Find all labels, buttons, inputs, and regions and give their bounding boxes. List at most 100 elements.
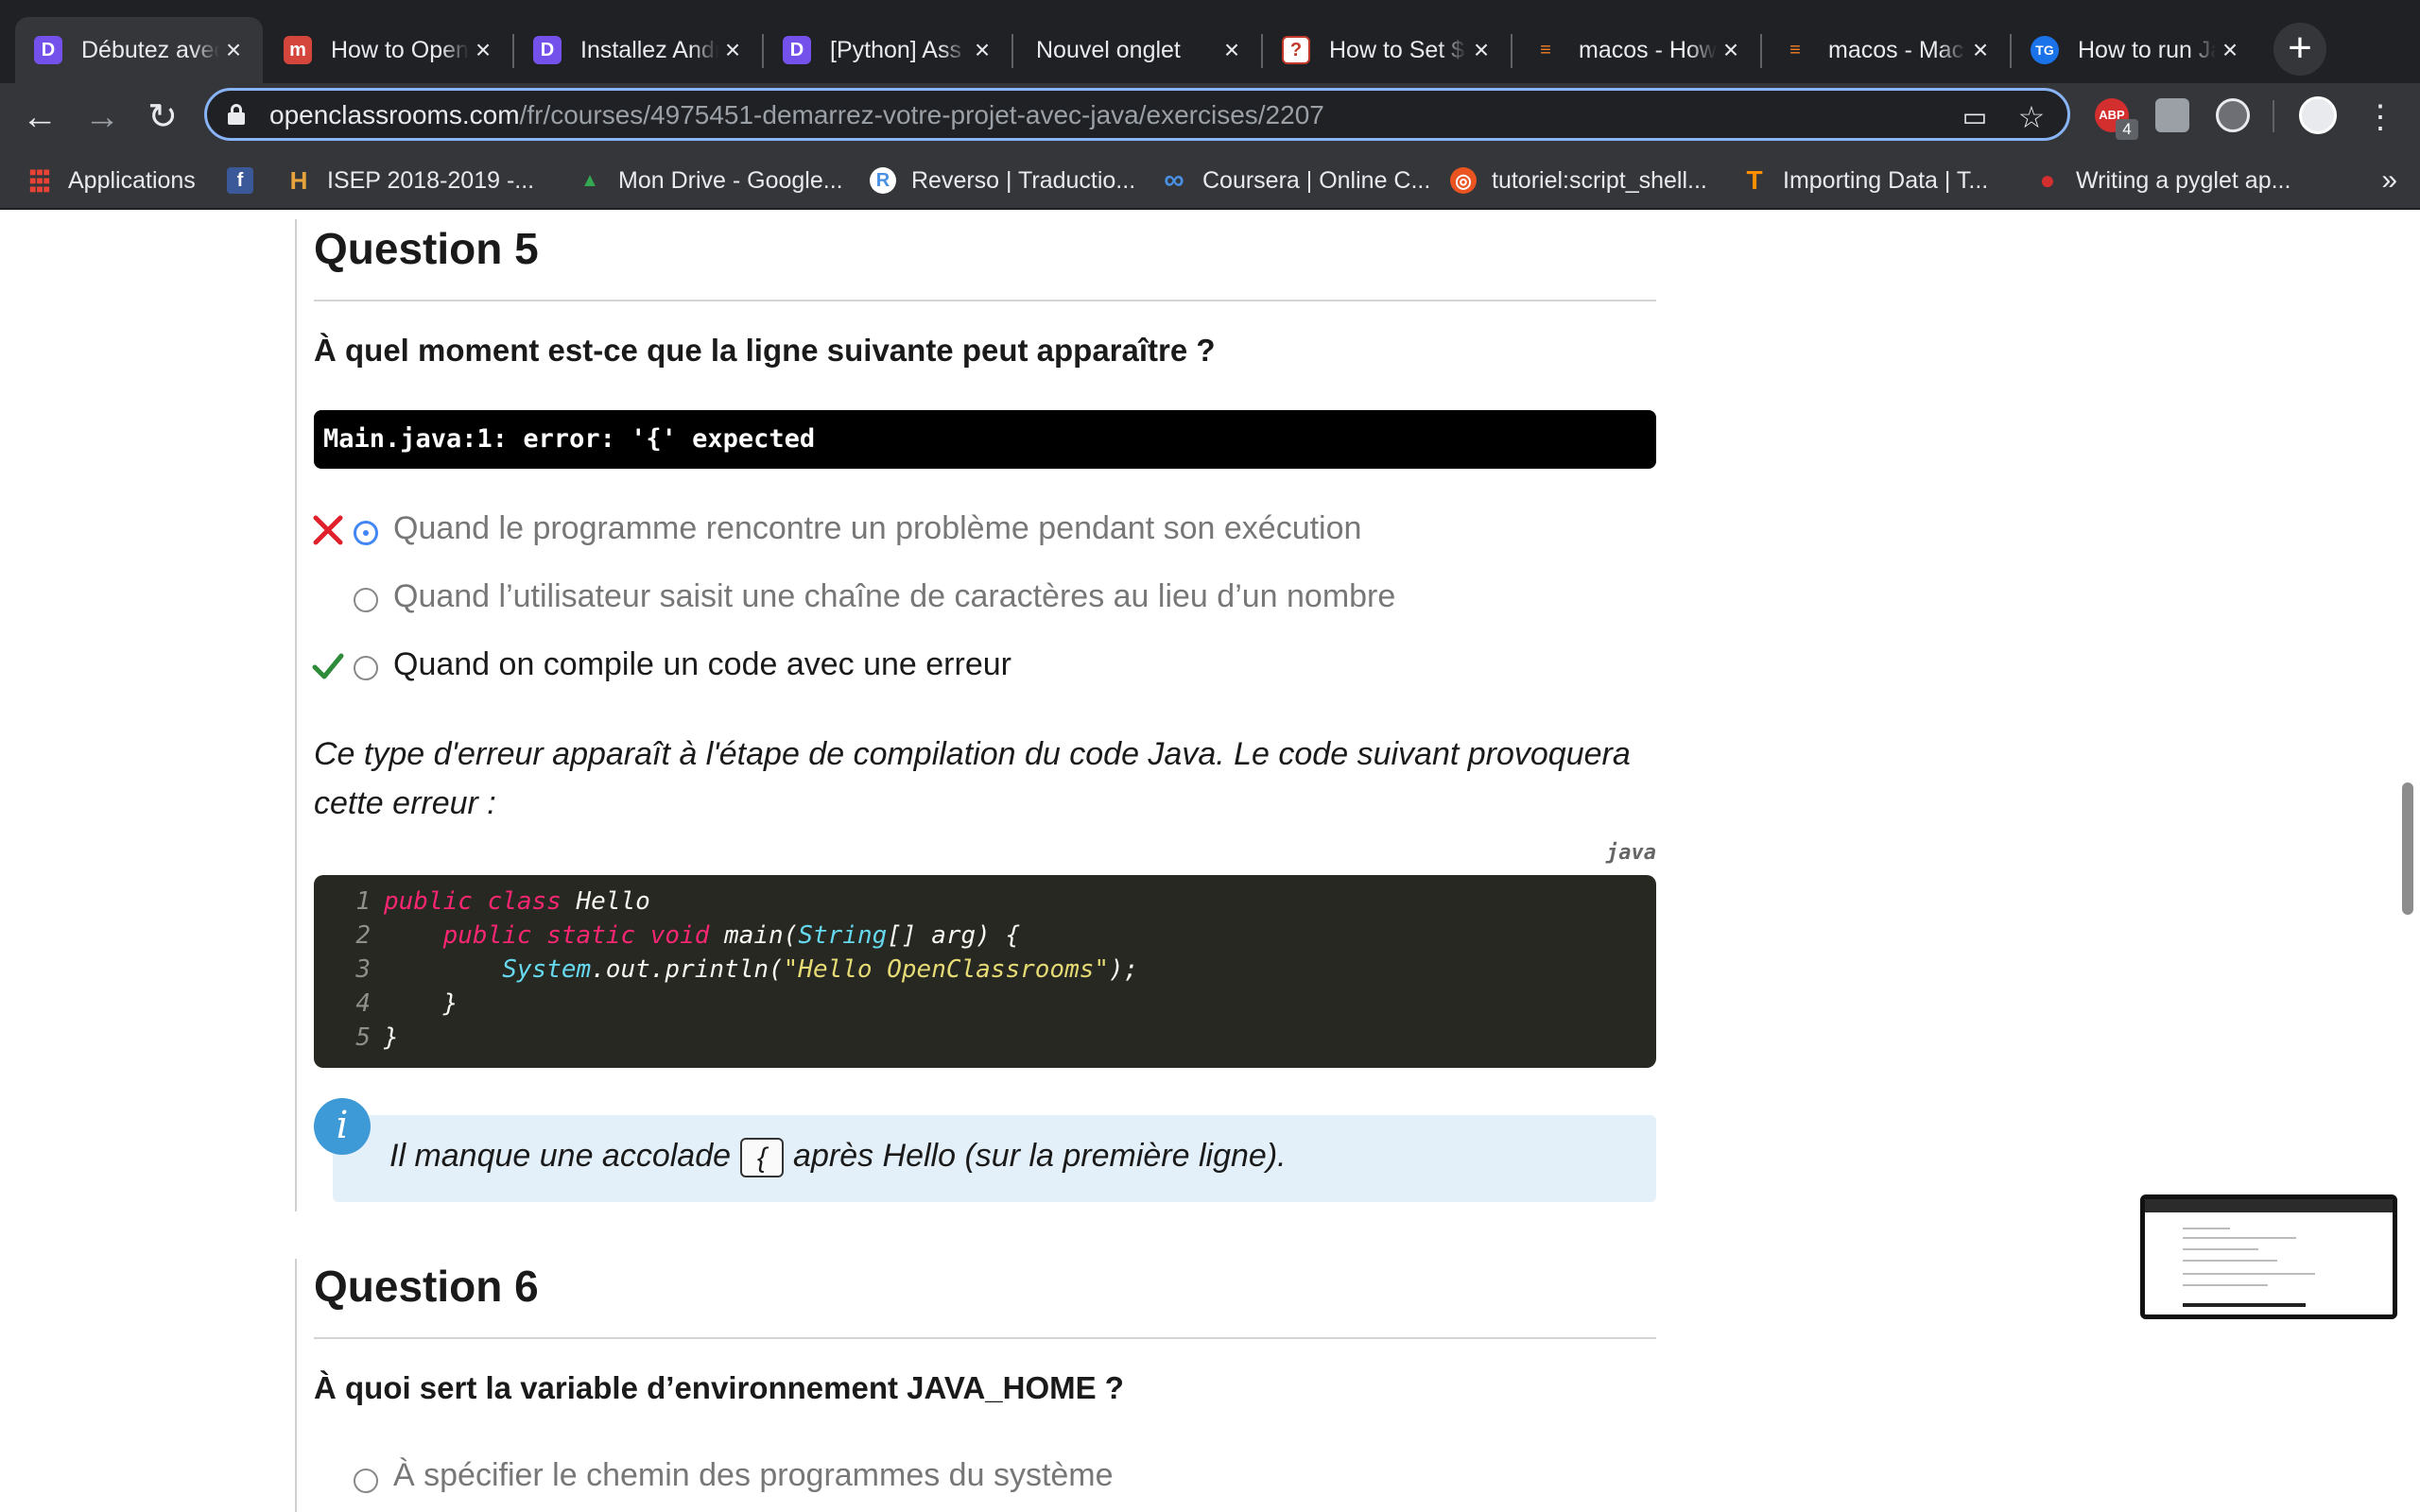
code-line: 2 public static void main(String[] arg) … <box>355 921 1021 950</box>
apps-grid-icon: ■■■ ■■■ ■■■ <box>29 164 50 196</box>
facebook-icon: f <box>227 167 253 194</box>
question6-answer-1[interactable]: À spécifier le chemin des programmes du … <box>393 1457 1114 1494</box>
glasses-extension-icon[interactable] <box>2216 98 2250 132</box>
tab-title: macos - Mac <box>1828 36 1964 63</box>
browser-toolbar: ← → ↻ openclassrooms.com/fr/courses/4975… <box>0 83 2420 151</box>
reload-icon[interactable]: ↻ <box>138 93 187 142</box>
code-block: 1 public class Hello 2 public static void… <box>314 875 1656 1068</box>
tab-2[interactable]: D Installez Android × <box>514 17 762 83</box>
question5-title: Question 5 <box>314 224 539 273</box>
tensorflow-icon: T <box>1746 165 1763 195</box>
info-text: Il manque une accolade{après Hello (sur … <box>389 1138 1287 1178</box>
tab-strip: D Débutez avec Java × m How to Open × D … <box>0 0 2420 83</box>
tab-6[interactable]: ≡ macos - How × <box>1512 17 1760 83</box>
bookmark-applications[interactable]: ■■■ ■■■ ■■■ Applications <box>26 163 196 198</box>
close-icon[interactable]: × <box>219 35 248 65</box>
code-line: 5} <box>355 1023 399 1052</box>
close-icon[interactable]: × <box>469 35 497 65</box>
extension-badge: 4 <box>2116 119 2138 140</box>
address-bar[interactable]: openclassrooms.com/fr/courses/4975451-de… <box>204 88 2070 141</box>
bookmark-label: tutoriel:script_shell... <box>1492 166 1707 194</box>
bookmark-tensorflow[interactable]: T Importing Data | T... <box>1741 163 1988 198</box>
reverso-icon: R <box>870 167 896 194</box>
bookmarks-bar: ■■■ ■■■ ■■■ Applications f H ISEP 2018-201… <box>0 151 2420 210</box>
error-message-block: Main.java:1: error: '{' expected <box>314 410 1656 469</box>
tab-title: Débutez avec Java <box>81 36 219 63</box>
stackoverflow-icon: ≡ <box>1789 39 1801 60</box>
cast-icon[interactable]: ▭ <box>1958 100 1992 134</box>
isep-icon: H <box>289 165 308 195</box>
answer-2[interactable]: Quand l’utilisateur saisit une chaîne de… <box>393 578 1395 615</box>
url-text[interactable]: openclassrooms.com/fr/courses/4975451-de… <box>269 100 1324 130</box>
back-icon[interactable]: ← <box>15 93 64 142</box>
question6-prompt: À quoi sert la variable d’environnement … <box>314 1370 1124 1405</box>
close-icon[interactable]: × <box>1717 35 1745 65</box>
brace-key: { <box>740 1138 785 1178</box>
close-icon[interactable]: × <box>2216 35 2244 65</box>
info-icon: i <box>314 1098 371 1155</box>
forward-icon[interactable]: → <box>78 93 127 142</box>
new-tab-button[interactable]: + <box>2273 23 2326 76</box>
bookmark-isep[interactable]: H ISEP 2018-2019 -... <box>285 163 535 198</box>
lock-icon[interactable] <box>228 104 245 125</box>
openclassrooms-icon: D <box>783 36 811 64</box>
page-content: Question 5 À quel moment est-ce que la l… <box>0 210 2420 1512</box>
answer-radio[interactable] <box>354 1469 378 1493</box>
tab-3[interactable]: D [Python] Ass × <box>764 17 1011 83</box>
close-icon[interactable]: × <box>1467 35 1495 65</box>
toolbar-divider <box>2273 100 2274 132</box>
tab-title: Nouvel onglet <box>1036 36 1181 63</box>
close-icon[interactable]: × <box>968 35 996 65</box>
answer-radio[interactable] <box>354 588 378 612</box>
tab-4[interactable]: Nouvel onglet × <box>1013 17 1261 83</box>
divider <box>314 1337 1656 1339</box>
question-icon: ? <box>1282 36 1310 64</box>
bookmark-pyglet[interactable]: ● Writing a pyglet ap... <box>2034 163 2291 198</box>
bookmark-label: ISEP 2018-2019 -... <box>327 166 535 194</box>
bookmark-ubuntu[interactable]: ◎ tutoriel:script_shell... <box>1450 163 1707 198</box>
bookmark-label: Applications <box>68 166 196 194</box>
pyglet-icon: ● <box>2039 165 2056 195</box>
tab-0[interactable]: D Débutez avec Java × <box>15 17 263 83</box>
tg-icon: TG <box>2031 36 2059 64</box>
openclassrooms-icon: D <box>34 36 62 64</box>
menu-icon[interactable]: ⋮ <box>2356 93 2405 142</box>
bookmark-facebook[interactable]: f <box>227 163 268 198</box>
answer-radio[interactable] <box>354 521 378 545</box>
code-language-label: java <box>1606 841 1656 865</box>
bookmark-reverso[interactable]: R Reverso | Traductio... <box>870 163 1135 198</box>
code-line: 1 public class Hello <box>355 887 650 916</box>
tab-7[interactable]: ≡ macos - Mac × <box>1762 17 2010 83</box>
answer-radio[interactable] <box>354 656 378 680</box>
bookmarks-more-icon[interactable]: » <box>2381 164 2397 197</box>
tab-title: macos - How <box>1579 36 1717 63</box>
screenshot-thumbnail[interactable] <box>2140 1194 2397 1319</box>
tab-title: How to Open <box>331 36 469 63</box>
tab-title: Installez Android <box>580 36 718 63</box>
stackoverflow-icon: ≡ <box>1540 39 1551 60</box>
bookmark-coursera[interactable]: ∞ Coursera | Online C... <box>1161 163 1430 198</box>
close-icon[interactable]: × <box>1966 35 1995 65</box>
bookmark-drive[interactable]: ▲ Mon Drive - Google... <box>577 163 843 198</box>
close-icon[interactable]: × <box>718 35 747 65</box>
bookmark-label: Reverso | Traductio... <box>911 166 1136 194</box>
question5-border <box>295 219 297 1211</box>
bookmark-label: Importing Data | T... <box>1783 166 1989 194</box>
answer-1[interactable]: Quand le programme rencontre un problème… <box>393 510 1361 547</box>
ubuntu-icon: ◎ <box>1450 167 1477 194</box>
tab-title: [Python] Ass <box>830 36 961 63</box>
star-icon[interactable]: ☆ <box>2014 100 2048 134</box>
extension-icon[interactable] <box>2155 98 2189 132</box>
correct-mark-icon <box>312 653 344 679</box>
answer-3[interactable]: Quand on compile un code avec une erreur <box>393 646 1011 683</box>
scrollbar-thumb[interactable] <box>2402 782 2413 915</box>
question5-prompt: À quel moment est-ce que la ligne suivan… <box>314 333 1216 368</box>
close-icon[interactable]: × <box>1218 35 1246 65</box>
tab-5[interactable]: ? How to Set $ × <box>1263 17 1511 83</box>
tab-1[interactable]: m How to Open × <box>265 17 512 83</box>
code-line: 4 } <box>355 989 458 1018</box>
bookmark-label: Writing a pyglet ap... <box>2076 166 2291 194</box>
tab-8[interactable]: TG How to run Java × <box>2012 17 2259 83</box>
divider <box>314 300 1656 301</box>
avatar[interactable] <box>2299 96 2337 134</box>
